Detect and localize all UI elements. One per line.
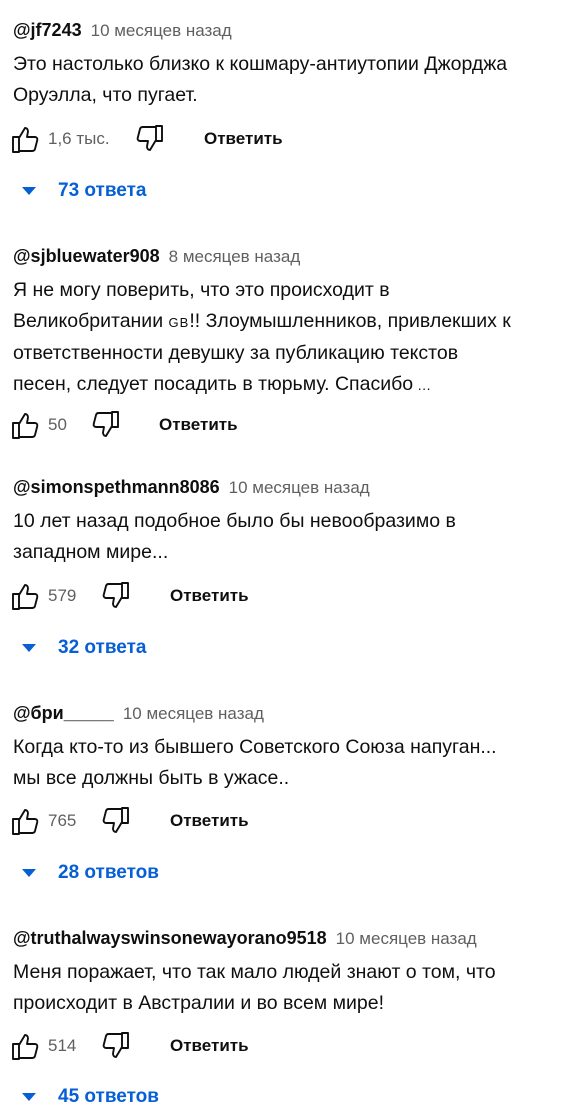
- like-button[interactable]: [10, 806, 40, 836]
- comment-text-line: западном мире...: [13, 541, 169, 563]
- comment-text-fragment: песен, следует посадить в тюрьму. Спасиб…: [13, 373, 414, 395]
- comment-author[interactable]: @sjbluewater908: [13, 246, 160, 266]
- comment-header: @sjbluewater908 8 месяцев назад: [13, 245, 300, 268]
- comment-actions: 579 Ответить: [0, 581, 569, 611]
- comment-text-fragment: Великобритании: [13, 310, 164, 332]
- comment-text-line: Я не могу поверить, что это происходит в: [13, 279, 390, 301]
- thumbs-up-icon: [12, 413, 39, 439]
- replies-count: 28 ответов: [58, 862, 159, 883]
- reply-button[interactable]: Ответить: [170, 586, 249, 606]
- comment-text-line: ответственности девушку за публикацию те…: [13, 342, 459, 364]
- reply-button[interactable]: Ответить: [170, 811, 249, 831]
- like-count: 579: [48, 586, 77, 605]
- comment-text-line: Оруэлла, что пугает.: [13, 84, 198, 106]
- like-count: 765: [48, 811, 77, 830]
- thumbs-up-icon: [12, 809, 39, 835]
- dislike-button[interactable]: [101, 1031, 131, 1061]
- triangle-down-icon: [22, 187, 36, 195]
- comment-author[interactable]: @truthalwayswinsonewayorano9518: [13, 928, 327, 948]
- comment-text-line: Великобритании GB!! Злоумышленников, при…: [13, 306, 558, 338]
- thumbs-down-icon: [92, 411, 119, 437]
- like-count: 514: [48, 1036, 77, 1055]
- comment-author[interactable]: @jf7243: [13, 20, 82, 40]
- comment-text: Когда кто-то из бывшего Советского Союза…: [13, 732, 558, 794]
- like-button[interactable]: [10, 581, 40, 611]
- comment-text-line: Когда кто-то из бывшего Советского Союза…: [13, 736, 497, 758]
- dislike-button[interactable]: [91, 410, 121, 440]
- comment-header: @truthalwayswinsonewayorano9518 10 месяц…: [13, 927, 477, 950]
- replies-count: 73 ответа: [58, 180, 147, 201]
- comment-timestamp[interactable]: 10 месяцев назад: [229, 478, 370, 497]
- comment-header: @бри_____ 10 месяцев назад: [13, 702, 264, 725]
- like-count: 50: [48, 415, 67, 434]
- comment-text-line: 10 лет назад подобное было бы невообрази…: [13, 510, 456, 532]
- comment-author[interactable]: @бри_____: [13, 703, 114, 723]
- comment-header: @jf7243 10 месяцев назад: [13, 19, 232, 42]
- thumbs-up-icon: [12, 584, 39, 610]
- comment-text-line: Меня поражает, что так мало людей знают …: [13, 961, 496, 983]
- comment-text-line: песен, следует посадить в тюрьму. Спасиб…: [13, 369, 558, 401]
- replies-count: 32 ответа: [58, 637, 147, 658]
- view-replies-button[interactable]: 32 ответа: [0, 635, 300, 665]
- reply-button[interactable]: Ответить: [170, 1036, 249, 1056]
- thumbs-down-icon: [102, 807, 129, 833]
- triangle-down-icon: [22, 1093, 36, 1101]
- view-replies-button[interactable]: 73 ответа: [0, 178, 300, 208]
- thumbs-down-icon: [136, 125, 163, 151]
- comment-text-line: происходит в Австралии и во всем мире!: [13, 992, 385, 1014]
- read-more-ellipsis[interactable]: …: [417, 377, 431, 393]
- comment-timestamp[interactable]: 10 месяцев назад: [123, 704, 264, 723]
- reply-button[interactable]: Ответить: [159, 415, 238, 435]
- comment-text-line: Это настолько близко к кошмару-антиутопи…: [13, 53, 508, 75]
- thumbs-down-icon: [102, 582, 129, 608]
- view-replies-button[interactable]: 45 ответов: [0, 1084, 300, 1114]
- like-button[interactable]: [10, 1031, 40, 1061]
- comment-text: Меня поражает, что так мало людей знают …: [13, 957, 558, 1019]
- view-replies-button[interactable]: 28 ответов: [0, 860, 300, 890]
- like-button[interactable]: [10, 124, 40, 154]
- comment-author[interactable]: @simonspethmann8086: [13, 477, 220, 497]
- dislike-button[interactable]: [135, 124, 165, 154]
- dislike-button[interactable]: [101, 581, 131, 611]
- comment-actions: 765 Ответить: [0, 806, 569, 836]
- gb-flag-icon: GB: [168, 315, 190, 330]
- comment-header: @simonspethmann8086 10 месяцев назад: [13, 476, 370, 499]
- reply-button[interactable]: Ответить: [204, 129, 283, 149]
- comment-text-line: мы все должны быть в ужасе..: [13, 767, 290, 789]
- comment-text: Я не могу поверить, что это происходит в…: [13, 275, 558, 401]
- comment-timestamp[interactable]: 10 месяцев назад: [336, 929, 477, 948]
- comment-actions: 50 Ответить: [0, 410, 569, 440]
- comment-actions: 1,6 тыс. Ответить: [0, 124, 569, 154]
- like-button[interactable]: [10, 410, 40, 440]
- like-count: 1,6 тыс.: [48, 129, 110, 148]
- thumbs-down-icon: [102, 1032, 129, 1058]
- dislike-button[interactable]: [101, 806, 131, 836]
- comment-actions: 514 Ответить: [0, 1031, 569, 1061]
- thumbs-up-icon: [12, 127, 39, 153]
- replies-count: 45 ответов: [58, 1086, 159, 1107]
- triangle-down-icon: [22, 644, 36, 652]
- comment-timestamp[interactable]: 10 месяцев назад: [91, 21, 232, 40]
- comment-text: Это настолько близко к кошмару-антиутопи…: [13, 49, 558, 111]
- comment-text: 10 лет назад подобное было бы невообрази…: [13, 506, 558, 568]
- thumbs-up-icon: [12, 1034, 39, 1060]
- triangle-down-icon: [22, 869, 36, 877]
- comment-timestamp[interactable]: 8 месяцев назад: [169, 247, 301, 266]
- comment-text-fragment: !! Злоумышленников, привлекших к: [189, 310, 511, 332]
